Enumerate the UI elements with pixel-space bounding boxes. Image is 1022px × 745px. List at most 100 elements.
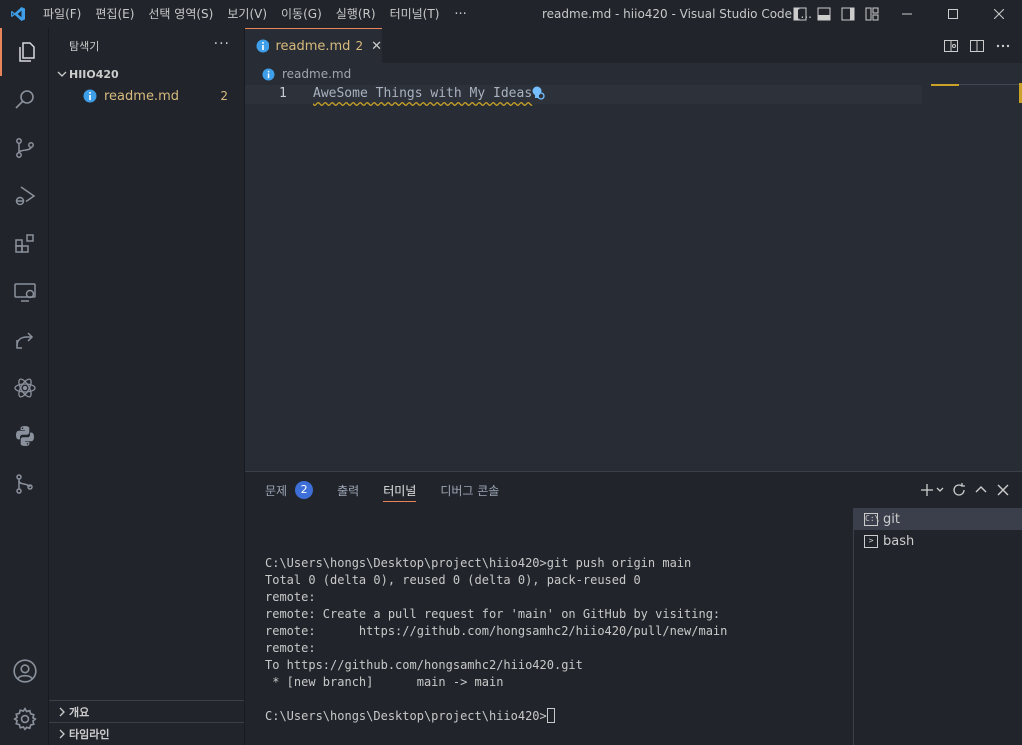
toggle-secondary-sidebar-icon[interactable]: [836, 0, 860, 28]
terminal-item-bash[interactable]: > bash: [854, 530, 1022, 552]
cmd-terminal-icon: C:\: [864, 512, 879, 526]
file-readme[interactable]: readme.md 2: [49, 85, 244, 107]
terminal-prompt: C:\Users\hongs\Desktop\project\hiio420>: [265, 709, 547, 723]
minimap[interactable]: [959, 84, 1019, 85]
close-panel-icon[interactable]: [992, 472, 1014, 508]
menu-bar: 파일(F) 편집(E) 선택 영역(S) 보기(V) 이동(G) 실행(R) 터…: [36, 0, 475, 28]
tab-label: readme.md: [275, 38, 351, 54]
outline-section[interactable]: 개요: [49, 700, 244, 722]
window-title: readme.md - hiio420 - Visual Studio Code…: [542, 7, 812, 21]
open-preview-icon[interactable]: [938, 28, 964, 63]
terminal-output[interactable]: C:\Users\hongs\Desktop\project\hiio420>g…: [265, 538, 850, 725]
explorer-header: 탐색기 ···: [49, 28, 244, 63]
breadcrumb[interactable]: readme.md: [262, 67, 351, 81]
chevron-down-icon: [57, 71, 67, 77]
info-icon: [262, 68, 275, 80]
code-text[interactable]: AweSome Things with My Ideas: [313, 86, 532, 101]
menu-more-button[interactable]: ···: [446, 7, 474, 22]
new-terminal-icon[interactable]: [918, 472, 948, 508]
file-name: readme.md: [104, 88, 179, 104]
menu-selection[interactable]: 선택 영역(S): [141, 0, 220, 28]
terminal-cursor: [546, 708, 555, 723]
chevron-right-icon: [59, 729, 65, 738]
menu-run[interactable]: 실행(R): [329, 0, 383, 28]
layout-controls: [788, 0, 884, 28]
folder-label: HIIO420: [69, 67, 119, 81]
close-tab-icon[interactable]: ✕: [371, 39, 382, 54]
breadcrumb-file: readme.md: [282, 67, 352, 81]
editor-tab-bar: readme.md 2 ✕: [245, 28, 1022, 63]
restart-terminal-icon[interactable]: [948, 472, 970, 508]
toggle-panel-icon[interactable]: [812, 0, 836, 28]
folder-hiio420[interactable]: HIIO420: [49, 63, 244, 85]
tab-problem-count: 2: [355, 39, 364, 53]
menu-view[interactable]: 보기(V): [220, 0, 274, 28]
accounts-icon[interactable]: [0, 647, 49, 695]
file-problem-count: 2: [220, 89, 228, 103]
customize-layout-icon[interactable]: [860, 0, 884, 28]
explorer-more-button[interactable]: ···: [214, 36, 230, 52]
source-control-icon[interactable]: [0, 124, 49, 172]
terminal-item-label: git: [883, 511, 900, 527]
code-line[interactable]: 1 AweSome Things with My Ideas: [245, 85, 922, 104]
terminal-line: remote:: [265, 641, 316, 655]
terminal-line: * [new branch] main -> main: [265, 675, 504, 689]
editor-area[interactable]: readme.md 1 AweSome Things with My Ideas: [245, 63, 1022, 471]
panel-actions: [918, 472, 1014, 508]
more-actions-icon[interactable]: [990, 28, 1016, 63]
tab-debug-label: 디버그 콘솔: [440, 483, 500, 498]
live-share-icon[interactable]: [0, 316, 49, 364]
terminal-line: Total 0 (delta 0), reused 0 (delta 0), p…: [265, 573, 641, 587]
tab-problems-label: 문제: [265, 483, 288, 498]
panel-tabs: 문제 2 출력 터미널 디버그 콘솔: [265, 472, 523, 508]
activity-bar: [0, 28, 49, 745]
terminal-item-git[interactable]: C:\ git: [854, 508, 1022, 530]
tab-readme[interactable]: readme.md 2 ✕: [245, 28, 382, 63]
tab-terminal[interactable]: 터미널: [383, 472, 417, 508]
extensions-icon[interactable]: [0, 220, 49, 268]
manage-gear-icon[interactable]: [0, 695, 49, 743]
terminal-line: remote: https://github.com/hongsamhc2/hi…: [265, 624, 728, 638]
problems-count-badge: 2: [295, 481, 314, 499]
minimize-icon[interactable]: [884, 0, 930, 28]
terminal-line: To https://github.com/hongsamhc2/hiio420…: [265, 658, 583, 672]
terminal-line: C:\Users\hongs\Desktop\project\hiio420>g…: [265, 556, 692, 570]
timeline-section[interactable]: 타임라인: [49, 722, 244, 744]
explorer-title: 탐색기: [69, 39, 100, 53]
toggle-primary-sidebar-icon[interactable]: [788, 0, 812, 28]
remote-explorer-icon[interactable]: [0, 268, 49, 316]
python-icon[interactable]: [0, 412, 49, 460]
maximize-panel-icon[interactable]: [970, 472, 992, 508]
maximize-icon[interactable]: [930, 0, 976, 28]
split-editor-icon[interactable]: [964, 28, 990, 63]
title-bar: 파일(F) 편집(E) 선택 영역(S) 보기(V) 이동(G) 실행(R) 터…: [0, 0, 1022, 28]
tab-output[interactable]: 출력: [337, 472, 359, 508]
run-debug-icon[interactable]: [0, 172, 49, 220]
tab-debug-console[interactable]: 디버그 콘솔: [440, 472, 499, 508]
terminal-list: C:\ git > bash: [853, 508, 1022, 745]
outline-label: 개요: [69, 705, 90, 719]
git-graph-icon[interactable]: [0, 460, 49, 508]
minimap-warning-mark: [931, 84, 959, 86]
explorer-icon[interactable]: [0, 28, 49, 76]
explorer-sidebar: 탐색기 ··· HIIO420 readme.md 2 개요 타임라인: [49, 28, 245, 745]
menu-go[interactable]: 이동(G): [274, 0, 329, 28]
search-icon[interactable]: [0, 76, 49, 124]
lightbulb-icon[interactable]: [531, 85, 545, 105]
react-atom-icon[interactable]: [0, 364, 49, 412]
terminal-line: remote:: [265, 590, 316, 604]
terminal-prompt-line[interactable]: C:\Users\hongs\Desktop\project\hiio420>: [265, 708, 850, 725]
menu-edit[interactable]: 편집(E): [88, 0, 141, 28]
chevron-right-icon: [59, 707, 65, 716]
menu-terminal[interactable]: 터미널(T): [383, 0, 447, 28]
terminal-item-label: bash: [883, 533, 915, 549]
bottom-panel: 문제 2 출력 터미널 디버그 콘솔 C:\Users\hongs\Deskto…: [245, 471, 1022, 745]
info-icon: [256, 39, 270, 53]
menu-file[interactable]: 파일(F): [36, 0, 88, 28]
close-window-icon[interactable]: [976, 0, 1022, 28]
line-number: 1: [279, 86, 287, 101]
window-controls: [884, 0, 1022, 28]
tab-problems[interactable]: 문제 2: [265, 472, 314, 508]
